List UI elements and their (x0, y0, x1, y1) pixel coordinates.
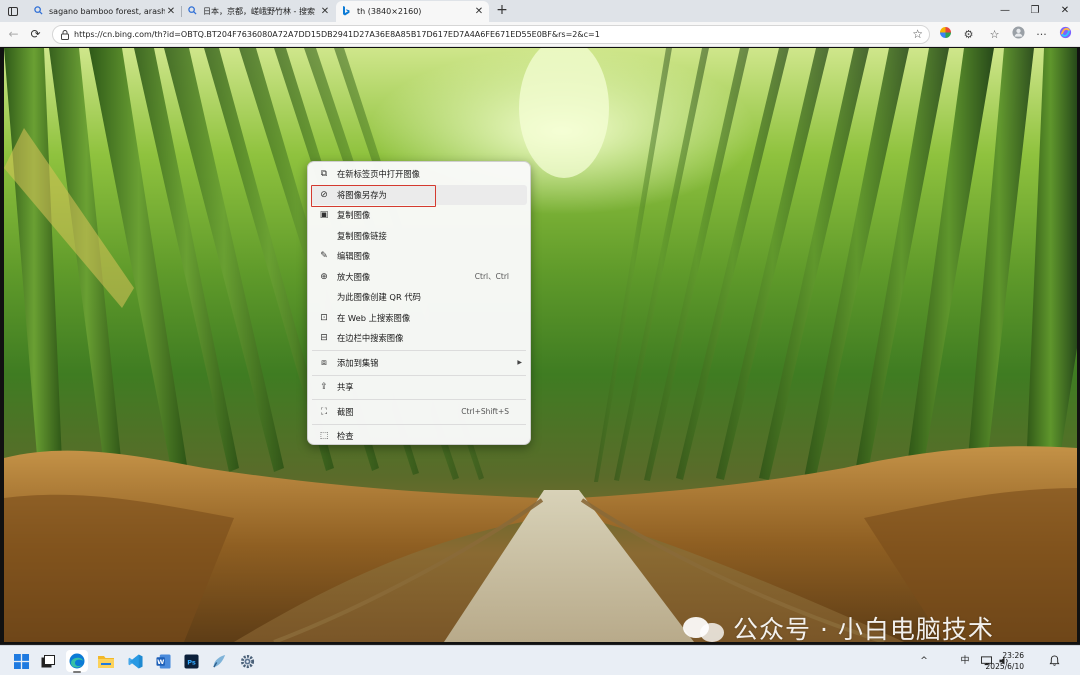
menu-item-zoom-image[interactable]: ⊕ 放大图像 Ctrl、Ctrl (311, 267, 527, 288)
image-viewport: 公众号 · 小白电脑技术 ⧉ 在新标签页中打开图像 ⊘ 将图像另存为 ▣ 复制图… (0, 47, 1080, 644)
watermark-text: 公众号 · 小白电脑技术 (733, 615, 994, 642)
wechat-logo-icon (683, 613, 725, 642)
share-icon: ⇪ (320, 382, 328, 393)
profile-avatar-icon[interactable] (1010, 26, 1027, 43)
menu-item-inspect[interactable]: ⬚ 检查 (311, 426, 527, 447)
start-icon[interactable] (10, 650, 32, 672)
menu-item-create-qr-code[interactable]: 为此图像创建 QR 代码 (311, 287, 527, 308)
paint-icon[interactable] (208, 650, 230, 672)
menu-divider (312, 423, 526, 425)
window-controls: — ❐ ✕ (990, 0, 1080, 22)
submenu-arrow-icon: ▶ (517, 359, 522, 367)
clock-date: 2025/6/10 (985, 662, 1024, 671)
menu-item-edit-image[interactable]: ✎ 编辑图像 (311, 246, 527, 267)
task-view-icon[interactable] (37, 650, 59, 672)
menu-item-search-web[interactable]: ⊡ 在 Web 上搜索图像 (311, 308, 527, 329)
tray-overflow-chevron-icon[interactable]: ^ (917, 646, 931, 675)
search-icon (188, 6, 200, 17)
browser-toolbar: ← ⟳ https://cn.bing.com/th?id=OBTQ.BT204… (0, 22, 1080, 47)
address-bar[interactable]: https://cn.bing.com/th?id=OBTQ.BT204F763… (52, 25, 930, 44)
tab-strip: sagano bamboo forest, arashiyama ✕ 日本，京都… (0, 0, 1080, 22)
close-tab-icon[interactable]: ✕ (473, 6, 485, 17)
favorite-star-icon[interactable]: ☆ (912, 26, 923, 43)
tab-title: 日本，京都，嵯峨野竹林 - 搜索 (203, 7, 315, 16)
menu-divider (312, 350, 526, 351)
edge-icon[interactable] (66, 650, 88, 673)
photoshop-icon[interactable]: Ps (180, 650, 202, 672)
screenshot-shortcut: Ctrl+Shift+S (461, 407, 509, 417)
vscode-icon[interactable] (124, 650, 146, 672)
menu-divider (312, 399, 526, 400)
word-icon[interactable]: W (152, 650, 174, 672)
extension-pinwheel-icon[interactable] (937, 26, 954, 43)
close-window-button[interactable]: ✕ (1050, 0, 1080, 22)
screenshot-icon: ⛶ (320, 406, 328, 417)
copy-image-icon: ▣ (319, 210, 329, 221)
visual-search-icon: ⊡ (320, 312, 328, 323)
context-menu: ⧉ 在新标签页中打开图像 ⊘ 将图像另存为 ▣ 复制图像 复制图像链接 ✎ 编辑… (307, 161, 531, 445)
extensions-puzzle-icon[interactable]: ⚙ (960, 26, 977, 43)
menu-item-screenshot[interactable]: ⛶ 截图 Ctrl+Shift+S (311, 402, 527, 423)
taskbar: W Ps ^ 中 23:26 2025/6/10 (0, 645, 1080, 675)
close-tab-icon[interactable]: ✕ (319, 6, 331, 17)
zoom-in-icon: ⊕ (320, 271, 328, 282)
close-tab-icon[interactable]: ✕ (165, 6, 177, 17)
save-image-icon: ⊘ (320, 189, 328, 200)
ime-indicator[interactable]: 中 (957, 646, 973, 675)
new-tab-button[interactable]: + (493, 2, 511, 20)
menu-item-copy-image-link[interactable]: 复制图像链接 (311, 226, 527, 247)
bamboo-forest-image[interactable]: 公众号 · 小白电脑技术 (4, 48, 1077, 642)
menu-item-copy-image[interactable]: ▣ 复制图像 (311, 205, 527, 226)
search-icon (34, 6, 46, 17)
clock[interactable]: 23:26 2025/6/10 (986, 650, 1024, 672)
file-explorer-icon[interactable] (95, 650, 117, 672)
back-arrow-icon[interactable]: ← (5, 26, 22, 43)
svg-text:Ps: Ps (187, 658, 196, 666)
settings-icon[interactable] (236, 650, 258, 672)
bing-icon (342, 5, 354, 18)
tab-title: th (3840×2160) (357, 7, 422, 16)
inspect-icon: ⬚ (319, 431, 329, 442)
zoom-shortcut: Ctrl、Ctrl (474, 272, 509, 282)
copilot-icon[interactable] (1057, 26, 1074, 43)
svg-text:W: W (157, 658, 165, 666)
refresh-icon[interactable]: ⟳ (27, 26, 44, 43)
minimize-button[interactable]: — (990, 0, 1020, 22)
menu-item-open-in-new-tab[interactable]: ⧉ 在新标签页中打开图像 (311, 164, 527, 185)
menu-item-share[interactable]: ⇪ 共享 (311, 377, 527, 398)
favorites-icon[interactable]: ☆ (986, 26, 1003, 43)
url-text[interactable]: https://cn.bing.com/th?id=OBTQ.BT204F763… (74, 26, 600, 43)
watermark: 公众号 · 小白电脑技术 (683, 611, 994, 642)
tab-sagano-search[interactable]: sagano bamboo forest, arashiyama ✕ (28, 1, 181, 22)
menu-item-search-sidebar[interactable]: ⊟ 在边栏中搜索图像 (311, 328, 527, 349)
tab-image-active[interactable]: th (3840×2160) ✕ (336, 1, 489, 22)
maximize-button[interactable]: ❐ (1020, 0, 1050, 22)
menu-divider (312, 374, 526, 376)
tab-title: sagano bamboo forest, arashiyama (49, 7, 165, 16)
tab-kyoto-search[interactable]: 日本，京都，嵯峨野竹林 - 搜索 ✕ (182, 1, 335, 22)
notification-bell-icon[interactable] (1047, 646, 1061, 675)
tab-actions-icon[interactable] (4, 3, 22, 19)
sidebar-search-icon: ⊟ (320, 333, 328, 344)
more-menu-icon[interactable]: ··· (1033, 26, 1050, 43)
open-in-new-tab-icon: ⧉ (320, 169, 328, 180)
lock-icon[interactable] (59, 29, 71, 41)
edit-image-icon: ✎ (320, 251, 328, 262)
menu-item-add-to-collections[interactable]: ⧈ 添加到集锦 ▶ (311, 353, 527, 374)
collections-icon: ⧈ (321, 357, 327, 368)
bamboo-forest-illustration (4, 48, 1077, 642)
menu-item-save-image-as[interactable]: ⊘ 将图像另存为 (311, 184, 527, 206)
clock-time: 23:26 (1002, 651, 1024, 660)
